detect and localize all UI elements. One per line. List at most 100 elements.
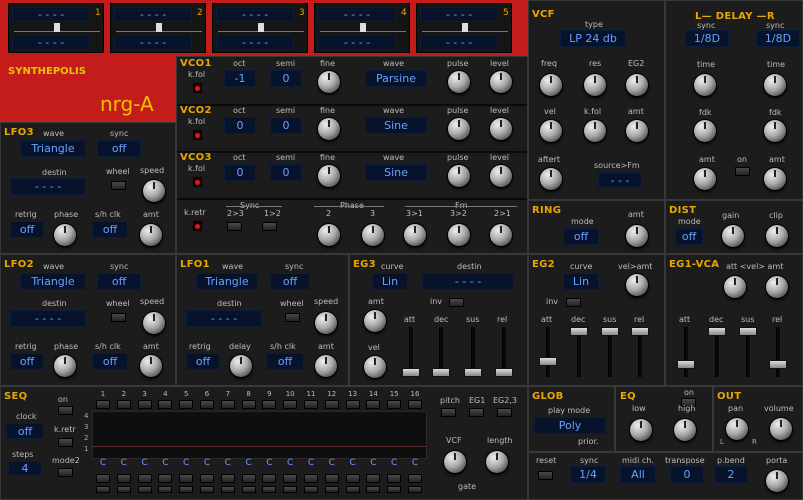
seq-kretr-button[interactable] <box>58 438 73 447</box>
seq-step-gate-button[interactable] <box>387 474 402 483</box>
seq-step-gate-button[interactable] <box>158 474 173 483</box>
seq-step-gate-button[interactable] <box>408 474 422 483</box>
eg3-vel-knob[interactable] <box>364 356 386 378</box>
seq-length-knob[interactable] <box>486 451 508 473</box>
seq-step-note[interactable]: C <box>283 458 297 468</box>
seq-step-gate-button[interactable] <box>304 474 318 483</box>
delay-fdk-right-knob[interactable] <box>764 120 786 142</box>
eg2-vel-amt-knob[interactable] <box>626 274 648 296</box>
seq-step-on-button[interactable] <box>241 400 256 409</box>
seq-step-gate-button[interactable] <box>220 474 235 483</box>
preset-slider[interactable] <box>218 23 304 32</box>
lfo1-amt-knob[interactable] <box>315 355 337 377</box>
dist-mode-display[interactable]: off <box>675 228 703 245</box>
seq-eg23-button[interactable] <box>497 408 512 417</box>
vcf-res-knob[interactable] <box>584 74 606 96</box>
seq-step-note[interactable]: C <box>366 458 380 468</box>
seq-step-extra-button[interactable] <box>283 486 298 493</box>
delay-fdk-left-knob[interactable] <box>694 120 716 142</box>
seq-step-note[interactable]: C <box>200 458 214 468</box>
glob-reset-button[interactable] <box>538 471 553 480</box>
vco3-pulse-knob[interactable] <box>448 165 470 187</box>
seq-step-gate-button[interactable] <box>366 474 381 483</box>
seq-step-note[interactable]: C <box>221 458 235 468</box>
seq-step-gate-button[interactable] <box>200 474 214 483</box>
seq-step-note[interactable]: C <box>179 458 193 468</box>
vcf-type-display[interactable]: LP 24 db <box>560 30 626 47</box>
seq-step-on-button[interactable] <box>345 400 360 409</box>
seq-step-note[interactable]: C <box>96 458 110 468</box>
lfo3-sync-display[interactable]: off <box>97 140 141 157</box>
lfo3-shclk-display[interactable]: off <box>92 221 128 238</box>
delay-amt-left-knob[interactable] <box>694 168 716 190</box>
eg1-vel-att-knob[interactable] <box>724 276 746 298</box>
seq-step-note[interactable]: C <box>304 458 318 468</box>
vco2-oct-display[interactable]: 0 <box>224 117 256 134</box>
vco3-semi-display[interactable]: 0 <box>270 164 302 181</box>
lfo1-wheel-button[interactable] <box>285 313 300 322</box>
eg3-att-fader[interactable] <box>402 368 420 377</box>
lfo3-amt-knob[interactable] <box>140 224 162 246</box>
lfo3-phase-knob[interactable] <box>54 224 76 246</box>
glob-midi-display[interactable]: All <box>620 466 656 483</box>
vco1-semi-display[interactable]: 0 <box>270 70 302 87</box>
seq-step-note[interactable]: C <box>408 458 422 468</box>
delay-sync-right[interactable]: 1/8D <box>756 30 800 47</box>
seq-step-gate-button[interactable] <box>116 474 131 483</box>
seq-step-gate-button[interactable] <box>345 474 360 483</box>
seq-step-gate-button[interactable] <box>262 474 277 483</box>
seq-step-extra-button[interactable] <box>304 486 318 493</box>
delay-amt-right-knob[interactable] <box>764 168 786 190</box>
vco1-kfol-led[interactable] <box>193 83 202 93</box>
sync-2-3-button[interactable] <box>227 222 242 231</box>
vco3-fine-knob[interactable] <box>318 165 340 187</box>
seq-step-extra-button[interactable] <box>408 486 422 493</box>
lfo2-retrig-display[interactable]: off <box>10 353 44 370</box>
seq-step-extra-button[interactable] <box>387 486 402 493</box>
seq-step-extra-button[interactable] <box>116 486 131 493</box>
vco3-wave-display[interactable]: Sine <box>365 164 427 181</box>
seq-step-extra-button[interactable] <box>262 486 277 493</box>
lfo2-amt-knob[interactable] <box>140 355 162 377</box>
out-pan-knob[interactable] <box>726 418 748 440</box>
kretr-led[interactable] <box>193 221 202 231</box>
seq-step-gate-button[interactable] <box>324 474 339 483</box>
delay-time-right-knob[interactable] <box>764 74 786 96</box>
fm-3-1-knob[interactable] <box>404 224 426 246</box>
seq-on-button[interactable] <box>58 406 73 415</box>
vco1-fine-knob[interactable] <box>318 71 340 93</box>
eg3-dec-fader[interactable] <box>432 368 450 377</box>
seq-step-on-button[interactable] <box>158 400 173 409</box>
eg1-sus-fader[interactable] <box>739 327 757 336</box>
phase-3-knob[interactable] <box>362 224 384 246</box>
seq-step-extra-button[interactable] <box>220 486 235 493</box>
seq-step-extra-button[interactable] <box>324 486 339 493</box>
fm-2-1-knob[interactable] <box>490 224 512 246</box>
vco1-oct-display[interactable]: -1 <box>224 70 256 87</box>
eg1-att-fader[interactable] <box>677 360 695 369</box>
eg3-rel-fader[interactable] <box>495 368 513 377</box>
preset-slider[interactable] <box>422 23 508 32</box>
vco2-wave-display[interactable]: Sine <box>365 117 427 134</box>
seq-clock-display[interactable]: off <box>6 423 44 439</box>
seq-step-extra-button[interactable] <box>96 486 110 493</box>
lfo3-speed-knob[interactable] <box>143 180 165 202</box>
seq-step-note[interactable]: C <box>387 458 401 468</box>
seq-step-on-button[interactable] <box>137 400 152 409</box>
vco2-fine-knob[interactable] <box>318 118 340 140</box>
lfo2-destin-display[interactable]: - - - - <box>10 310 86 327</box>
seq-step-extra-button[interactable] <box>366 486 381 493</box>
seq-step-note[interactable]: C <box>325 458 339 468</box>
seq-grid[interactable] <box>92 411 427 459</box>
seq-step-on-button[interactable] <box>366 400 381 409</box>
seq-step-gate-button[interactable] <box>283 474 298 483</box>
seq-step-gate-button[interactable] <box>241 474 256 483</box>
seq-step-note[interactable]: C <box>242 458 256 468</box>
seq-step-on-button[interactable] <box>179 400 194 409</box>
fm-3-2-knob[interactable] <box>448 224 470 246</box>
seq-step-on-button[interactable] <box>262 400 277 409</box>
eg2-inv-button[interactable] <box>566 298 581 307</box>
vco3-level-knob[interactable] <box>490 165 512 187</box>
dist-gain-knob[interactable] <box>722 225 744 247</box>
vco1-wave-display[interactable]: Parsine <box>365 70 427 87</box>
